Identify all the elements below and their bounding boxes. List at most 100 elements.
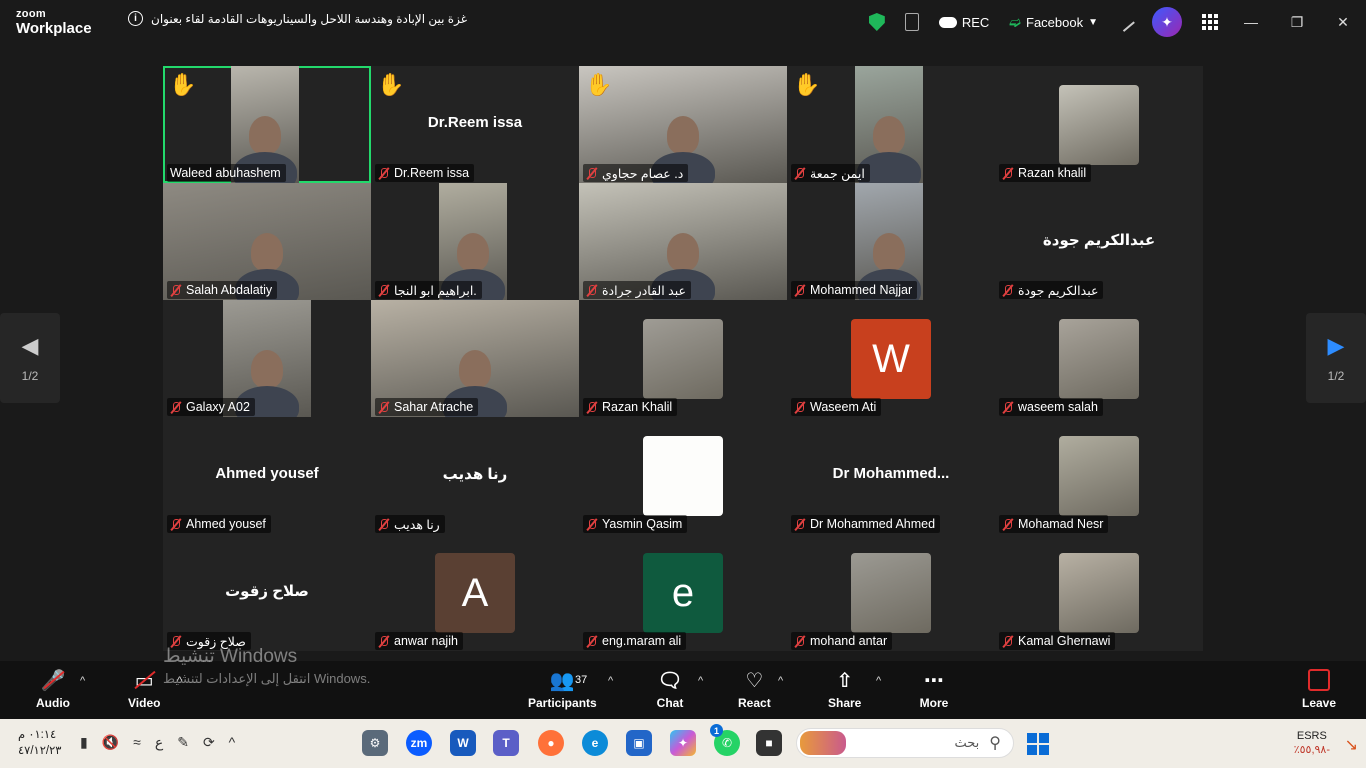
meeting-title: غزة بين الإبادة وهندسة اللاحل والسيناريو… — [151, 11, 467, 26]
input-language[interactable]: ع — [155, 734, 163, 751]
more-button[interactable]: ⋯ More — [919, 667, 949, 711]
audio-options-caret[interactable]: ^ — [80, 675, 85, 687]
info-icon[interactable]: i — [128, 11, 143, 26]
show-hidden-icons-icon[interactable]: ^ — [229, 734, 236, 751]
annotate-button[interactable] — [1108, 12, 1142, 32]
copilot-app-icon[interactable]: ✦ — [670, 730, 696, 756]
system-tray: ▮ 🔇 ≈ ع ✎ ⟳ ^ — [80, 734, 235, 751]
arrow-left-icon: ◀ — [21, 333, 39, 358]
chat-button[interactable]: 🗨 Chat — [655, 667, 685, 711]
participant-nameplate: Mohamad Nesr — [999, 515, 1109, 533]
cloud-record-icon — [938, 16, 957, 28]
react-button[interactable]: ♡ React — [738, 667, 771, 711]
whatsapp-app-icon[interactable]: ✆ 1 — [710, 724, 740, 756]
previous-page-button[interactable]: ◀ 1/2 — [0, 313, 60, 403]
store-app-icon[interactable]: ▣ — [626, 730, 652, 756]
participant-name: ايمن جمعة — [810, 166, 865, 181]
participant-nameplate: عبد القادر جرادة — [583, 281, 691, 299]
share-caret[interactable]: ^ — [876, 675, 881, 687]
clock[interactable]: ٠١:١٤ م ٤٧/١٢/٢٣ — [18, 727, 61, 759]
participant-tile[interactable]: Razan Khalil — [579, 300, 787, 417]
participant-tile[interactable]: Dr.Reem issa ✋ Dr.Reem issa — [371, 66, 579, 183]
leave-button[interactable]: Leave — [1302, 667, 1336, 710]
participant-nameplate: Ahmed yousef — [167, 515, 271, 533]
participant-tile[interactable]: W Waseem Ati — [787, 300, 995, 417]
sync-icon[interactable]: ⟳ — [203, 734, 215, 751]
participant-tile[interactable]: Galaxy A02 — [163, 300, 371, 417]
word-app-icon[interactable]: W — [450, 730, 476, 756]
participant-tile[interactable]: ✋ ايمن جمعة — [787, 66, 995, 183]
participant-tile[interactable]: Yasmin Qasim — [579, 417, 787, 534]
participant-tile[interactable]: Sahar Atrache — [371, 300, 579, 417]
pen-input-icon[interactable]: ✎ — [177, 734, 189, 751]
clock-date: ٤٧/١٢/٢٣ — [18, 745, 62, 757]
logo-line1: zoom — [16, 8, 46, 20]
minimize-button[interactable]: — — [1228, 0, 1274, 44]
terminal-app-icon[interactable]: ■ — [756, 730, 782, 756]
edge-app-icon[interactable]: e — [582, 730, 608, 756]
camera-off-icon: ▭ — [129, 667, 159, 693]
react-caret[interactable]: ^ — [778, 675, 783, 687]
stock-widget[interactable]: ESRS ٪٥٥,٩٨- — [1294, 729, 1330, 757]
apps-button[interactable] — [1192, 14, 1228, 30]
close-button[interactable]: ✕ — [1320, 0, 1366, 44]
participant-tile[interactable]: Razan khalil — [995, 66, 1203, 183]
participant-tile[interactable]: ✋ Waleed abuhashem — [163, 66, 371, 183]
participant-name: Galaxy A02 — [186, 400, 250, 414]
firefox-app-icon[interactable]: ● — [538, 730, 564, 756]
raised-hand-icon: ✋ — [169, 72, 197, 97]
notes-button[interactable] — [895, 13, 929, 31]
participant-tile[interactable]: رنا هديب رنا هديب — [371, 417, 579, 534]
participant-tile[interactable]: عبد القادر جرادة — [579, 183, 787, 300]
participant-name: mohand antar — [810, 634, 888, 648]
recording-indicator[interactable]: REC — [929, 15, 999, 30]
participant-name: Waseem Ati — [810, 400, 877, 414]
settings-app-icon[interactable]: ⚙ — [362, 730, 388, 756]
participant-name: anwar najih — [394, 634, 458, 648]
microphone-muted-icon — [794, 635, 806, 648]
meeting-info[interactable]: i غزة بين الإبادة وهندسة اللاحل والسينار… — [128, 11, 467, 26]
participant-tile[interactable]: mohand antar — [787, 534, 995, 651]
search-highlight-icon — [800, 731, 846, 755]
maximize-button[interactable]: ❐ — [1274, 0, 1320, 44]
participant-avatar: e — [643, 553, 723, 633]
participant-display-name: صلاح زقوت — [225, 583, 309, 600]
participant-tile[interactable]: Aanwar najih — [371, 534, 579, 651]
participant-tile[interactable]: Mohamad Nesr — [995, 417, 1203, 534]
title-bar-controls: REC ➫ Facebook ▼ ✦ — ❐ ✕ — [859, 0, 1366, 44]
security-shield[interactable] — [859, 13, 895, 31]
participant-nameplate: Mohammed Najjar — [791, 281, 918, 299]
participant-tile[interactable]: Dr Mohammed... Dr Mohammed Ahmed — [787, 417, 995, 534]
participant-tile[interactable]: Mohammed Najjar — [787, 183, 995, 300]
participant-tile[interactable]: ابراهيم ابو النجا. — [371, 183, 579, 300]
participant-tile[interactable]: Ahmed yousef Ahmed yousef — [163, 417, 371, 534]
teams-app-icon[interactable]: T — [493, 730, 519, 756]
participant-tile[interactable]: e eng.maram ali — [579, 534, 787, 651]
participant-tile[interactable]: Kamal Ghernawi — [995, 534, 1203, 651]
participant-tile[interactable]: waseem salah — [995, 300, 1203, 417]
participant-tile[interactable]: ✋ د. عصام حجاوي — [579, 66, 787, 183]
participant-tile[interactable]: عبدالكريم جودة عبدالكريم جودة — [995, 183, 1203, 300]
next-page-button[interactable]: ▶ 1/2 — [1306, 313, 1366, 403]
sparkle-icon: ✦ — [1152, 7, 1182, 37]
livestream-indicator[interactable]: ➫ Facebook ▼ — [999, 14, 1108, 31]
zoom-app-icon[interactable]: zm — [406, 730, 432, 756]
battery-icon[interactable]: ▮ — [80, 734, 88, 751]
ai-companion-button[interactable]: ✦ — [1142, 7, 1192, 37]
participant-tile[interactable]: صلاح زقوت صلاح زقوت — [163, 534, 371, 651]
volume-muted-icon[interactable]: 🔇 — [102, 734, 119, 751]
audio-button[interactable]: 🎤 Audio — [36, 667, 70, 711]
raised-hand-icon: ✋ — [377, 72, 405, 97]
participant-name: Mohammed Najjar — [810, 283, 913, 297]
participant-name: عبد القادر جرادة — [602, 283, 686, 298]
video-button[interactable]: ▭ Video — [128, 667, 160, 711]
chat-caret[interactable]: ^ — [698, 675, 703, 687]
share-button[interactable]: ⇧ Share — [828, 667, 861, 711]
participant-name: Mohamad Nesr — [1018, 517, 1104, 531]
microphone-muted-icon — [170, 284, 182, 297]
participants-caret[interactable]: ^ — [608, 675, 613, 687]
microphone-muted-icon — [794, 167, 806, 180]
wifi-icon[interactable]: ≈ — [133, 734, 141, 751]
participant-tile[interactable]: Salah Abdalatiy — [163, 183, 371, 300]
start-button[interactable] — [1027, 733, 1049, 755]
